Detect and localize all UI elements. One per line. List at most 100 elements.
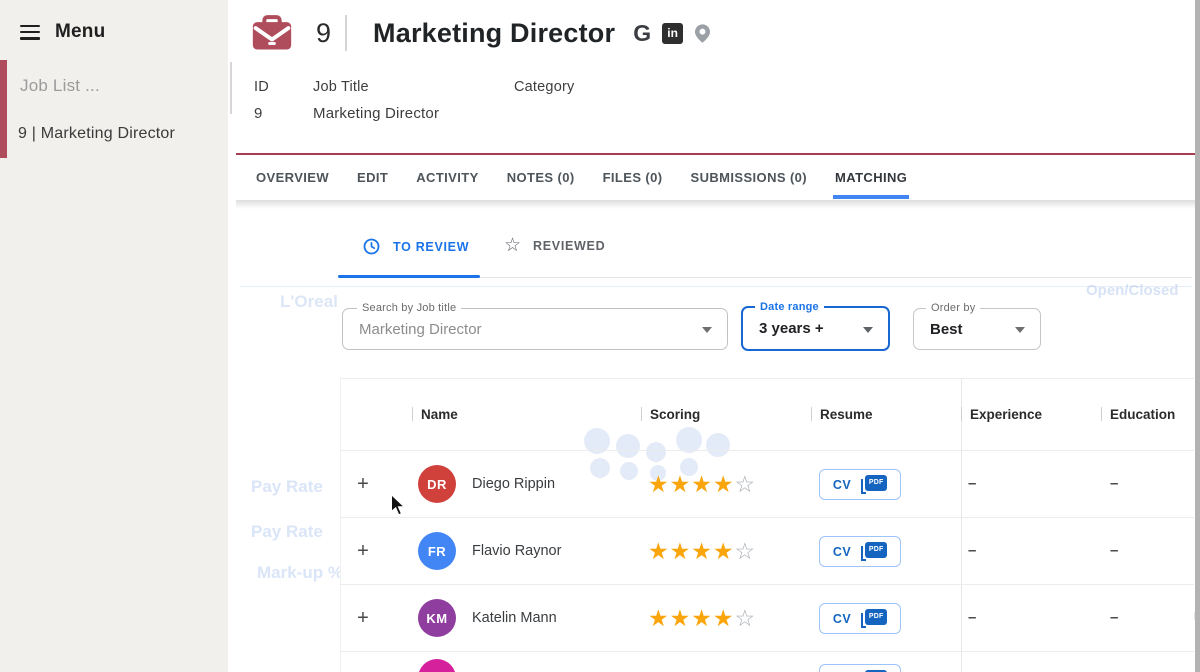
education-value: – — [1110, 609, 1118, 626]
search-job-title-select[interactable]: Search by Job title Marketing Director — [342, 308, 728, 350]
ghost-text: Pay Rate — [251, 522, 323, 542]
tab-notes[interactable]: NOTES (0) — [507, 155, 575, 200]
dropdown-caret-icon — [702, 327, 712, 333]
field-label: Category — [514, 79, 574, 95]
field-category: Category — [514, 79, 574, 105]
subtab-active-underline — [338, 275, 480, 278]
avatar — [418, 659, 456, 672]
star-empty-icon[interactable]: ☆ — [735, 471, 757, 497]
table-row: + DR Diego Rippin ★★★★☆ CV PDF – – — [340, 450, 1194, 517]
table-row-partial: CV PDF — [340, 651, 1194, 672]
candidate-name[interactable]: Flavio Raynor — [472, 543, 561, 559]
dropdown-caret-icon — [863, 327, 873, 333]
sidebar-item-job-list[interactable]: Job List ... — [20, 76, 100, 96]
star-filled-icon[interactable]: ★ — [713, 538, 735, 564]
field-value: 9 — [254, 105, 269, 122]
hamburger-icon — [20, 25, 40, 40]
tab-matching[interactable]: MATCHING — [835, 155, 907, 200]
menu-button[interactable]: Menu — [20, 21, 105, 43]
star-filled-icon[interactable]: ★ — [691, 471, 713, 497]
star-empty-icon[interactable]: ☆ — [735, 538, 757, 564]
expand-row-button[interactable]: + — [354, 606, 372, 630]
tab-bar: OVERVIEW EDIT ACTIVITY NOTES (0) FILES (… — [236, 155, 1195, 200]
star-filled-icon[interactable]: ★ — [670, 471, 692, 497]
sidebar-scrollbar-thumb[interactable] — [230, 62, 232, 114]
ghost-text: L'Oreal Par — [280, 292, 342, 312]
star-filled-icon[interactable]: ★ — [670, 605, 692, 631]
sidebar-item-current-job[interactable]: 9 | Marketing Director — [18, 125, 175, 143]
sidebar-active-accent — [0, 60, 7, 158]
subtab-reviewed[interactable]: ☆ REVIEWED — [504, 236, 605, 255]
star-filled-icon[interactable]: ★ — [648, 605, 670, 631]
ghost-text: Pay Rate — [251, 477, 323, 497]
avatar: FR — [418, 532, 456, 570]
star-filled-icon[interactable]: ★ — [670, 538, 692, 564]
briefcase-icon — [252, 15, 292, 51]
avatar: KM — [418, 599, 456, 637]
ghost-text: Mark-up % — [257, 563, 343, 583]
experience-value: – — [968, 542, 976, 559]
google-icon[interactable]: G — [633, 20, 651, 47]
search-value: Marketing Director — [359, 309, 482, 349]
linkedin-icon[interactable]: in — [662, 23, 683, 44]
pdf-icon: PDF — [860, 542, 887, 562]
field-value: Marketing Director — [313, 105, 439, 122]
tab-edit[interactable]: EDIT — [357, 155, 388, 200]
tab-activity[interactable]: ACTIVITY — [416, 155, 478, 200]
menu-label: Menu — [55, 21, 105, 43]
tab-submissions[interactable]: SUBMISSIONS (0) — [691, 155, 808, 200]
column-header-experience: Experience — [961, 406, 1042, 422]
tab-files[interactable]: FILES (0) — [603, 155, 663, 200]
pdf-icon: PDF — [860, 609, 887, 629]
date-range-value: 3 years + — [759, 308, 824, 349]
candidate-name[interactable]: Diego Rippin — [472, 476, 555, 492]
order-by-value: Best — [930, 309, 963, 349]
app-window: Menu Job List ... 9 | Marketing Director… — [0, 0, 1200, 672]
subtab-label: TO REVIEW — [393, 240, 469, 254]
field-id: ID 9 — [254, 79, 269, 122]
page-title: Marketing Director — [373, 18, 615, 49]
order-by-select[interactable]: Order by Best — [913, 308, 1041, 350]
field-job-title: Job Title Marketing Director — [313, 79, 439, 122]
cv-pdf-button[interactable]: CV PDF — [819, 664, 901, 672]
avatar: DR — [418, 465, 456, 503]
ghost-text: Open/Closed — [1086, 282, 1179, 299]
job-header: 9 Marketing Director G in — [252, 10, 710, 56]
cv-pdf-button[interactable]: CV PDF — [819, 469, 901, 500]
candidate-name[interactable]: Katelin Mann — [472, 610, 557, 626]
window-scrollbar[interactable] — [1195, 0, 1200, 672]
dropdown-caret-icon — [1015, 327, 1025, 333]
subtab-to-review[interactable]: TO REVIEW — [363, 238, 469, 255]
subtab-label: REVIEWED — [533, 239, 605, 253]
cv-pdf-button[interactable]: CV PDF — [819, 536, 901, 567]
header-divider — [345, 15, 347, 51]
column-header-name: Name — [412, 406, 458, 422]
star-filled-icon[interactable]: ★ — [691, 605, 713, 631]
expand-row-button[interactable]: + — [354, 539, 372, 563]
table-row: + FR Flavio Raynor ★★★★☆ CV PDF – – — [340, 517, 1194, 584]
scoring-stars: ★★★★☆ — [648, 537, 756, 565]
field-label: Job Title — [313, 79, 439, 95]
star-icon: ☆ — [504, 236, 521, 255]
education-value: – — [1110, 475, 1118, 492]
experience-value: – — [968, 609, 976, 626]
tab-overview[interactable]: OVERVIEW — [256, 155, 329, 200]
sidebar: Menu Job List ... 9 | Marketing Director — [0, 0, 228, 672]
job-id: 9 — [316, 18, 331, 49]
location-pin-icon[interactable] — [695, 24, 710, 43]
star-empty-icon[interactable]: ☆ — [735, 605, 757, 631]
star-filled-icon[interactable]: ★ — [713, 471, 735, 497]
star-filled-icon[interactable]: ★ — [691, 538, 713, 564]
star-filled-icon[interactable]: ★ — [648, 471, 670, 497]
star-filled-icon[interactable]: ★ — [648, 538, 670, 564]
tab-bar-shadow — [236, 200, 1195, 209]
ghost-line — [240, 286, 1192, 287]
pdf-icon: PDF — [860, 475, 887, 495]
cv-pdf-button[interactable]: CV PDF — [819, 603, 901, 634]
star-filled-icon[interactable]: ★ — [713, 605, 735, 631]
expand-row-button[interactable]: + — [354, 472, 372, 496]
scoring-stars: ★★★★☆ — [648, 470, 756, 498]
field-label: ID — [254, 79, 269, 95]
date-range-select[interactable]: Date range 3 years + — [741, 306, 890, 351]
column-header-scoring: Scoring — [641, 406, 700, 422]
